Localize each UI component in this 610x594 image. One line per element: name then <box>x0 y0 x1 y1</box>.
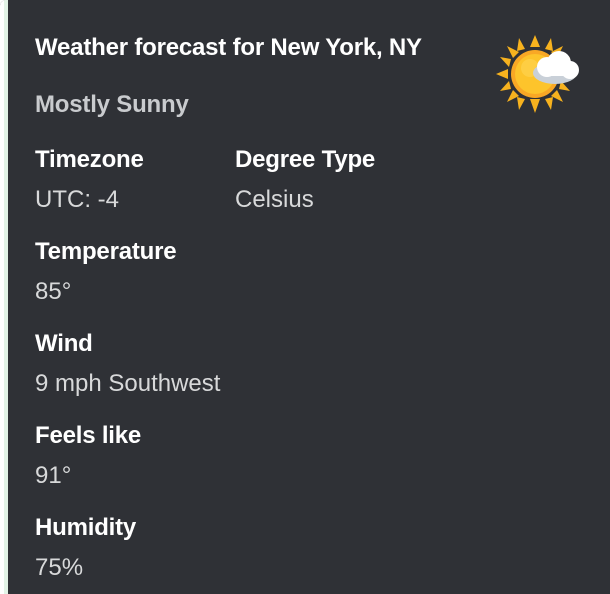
field-humidity: Humidity 75% <box>35 514 136 582</box>
field-timezone: Timezone UTC: -4 <box>35 146 144 214</box>
field-name: Wind <box>35 330 93 357</box>
field-degree-type: Degree Type Celsius <box>235 146 375 214</box>
field-value: 75% <box>35 554 84 581</box>
field-wind: Wind 9 mph Southwest <box>35 330 220 398</box>
embed-accent-bar <box>0 0 8 594</box>
embed-description: Mostly Sunny <box>35 91 189 118</box>
sun-behind-cloud-icon <box>496 35 579 113</box>
embed-title: Weather forecast for New York, NY <box>35 34 422 61</box>
field-feels-like: Feels like 91° <box>35 422 141 490</box>
field-name: Temperature <box>35 238 177 265</box>
field-value: 85° <box>35 278 72 305</box>
weather-embed: Weather forecast for New York, NY Mostly… <box>0 0 610 594</box>
field-name: Feels like <box>35 422 142 449</box>
field-temperature: Temperature 85° <box>35 238 177 306</box>
field-name: Timezone <box>35 146 144 173</box>
field-name: Humidity <box>35 514 137 541</box>
field-name: Degree Type <box>235 146 376 173</box>
field-value: Celsius <box>235 186 314 213</box>
field-value: UTC: -4 <box>35 186 119 213</box>
field-value: 91° <box>35 462 72 489</box>
field-value: 9 mph Southwest <box>35 370 221 397</box>
